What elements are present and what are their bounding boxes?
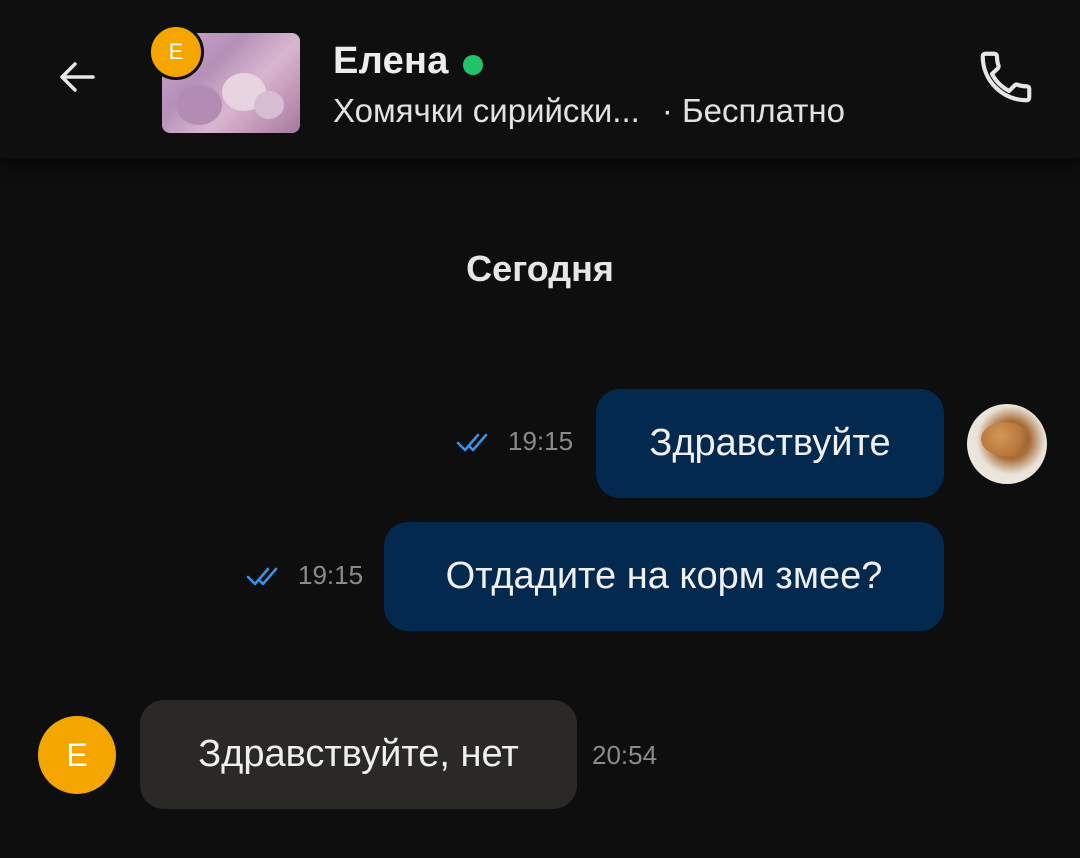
online-status-dot — [462, 54, 483, 75]
listing-title: Хомячки сирийски... — [333, 92, 640, 129]
contact-avatar[interactable]: Е — [38, 716, 116, 794]
date-separator: Сегодня — [466, 248, 614, 289]
self-avatar — [967, 404, 1047, 484]
message-meta: 19:15 — [456, 426, 573, 457]
message-bubble-outgoing[interactable]: Отдадите на корм змее? — [384, 522, 944, 631]
chat-header: Е Елена Хомячки сирийски... · Бесплатно — [0, 0, 1080, 158]
message-meta: 19:15 — [246, 560, 363, 591]
arrow-left-icon — [60, 62, 95, 92]
message-meta: 20:54 — [592, 740, 657, 771]
message-time: 19:15 — [298, 560, 364, 590]
double-check-icon — [246, 565, 286, 587]
message-time: 20:54 — [592, 740, 658, 770]
call-button[interactable] — [968, 42, 1044, 112]
contact-avatar-badge: Е — [148, 24, 204, 80]
message-bubble-incoming[interactable]: Здравствуйте, нет — [140, 700, 577, 809]
message-text: Здравствуйте, нет — [198, 733, 519, 775]
message-time: 19:15 — [508, 426, 574, 456]
listing-price: · Бесплатно — [661, 92, 845, 129]
chat-screen: Е Елена Хомячки сирийски... · Бесплатно … — [0, 0, 1080, 858]
message-bubble-outgoing[interactable]: Здравствуйте — [596, 389, 944, 498]
phone-icon — [980, 51, 1032, 103]
contact-name-row[interactable]: Елена — [333, 40, 483, 83]
back-button[interactable] — [50, 50, 104, 104]
listing-info[interactable]: Хомячки сирийски... · Бесплатно — [333, 92, 845, 130]
message-text: Здравствуйте — [649, 422, 891, 464]
contact-name: Елена — [333, 40, 449, 82]
message-text: Отдадите на корм змее? — [445, 555, 883, 597]
double-check-icon — [456, 431, 496, 453]
